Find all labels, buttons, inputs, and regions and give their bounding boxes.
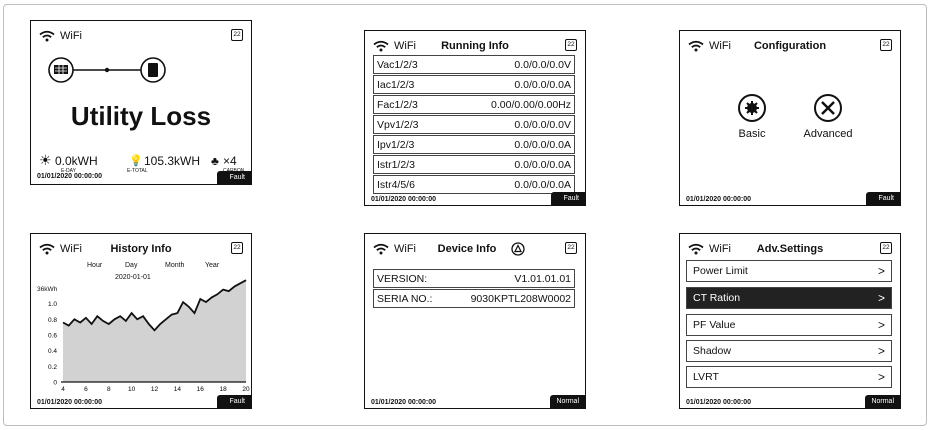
x-tick-label: 16 [197,386,205,393]
status-badge: Normal [865,395,900,408]
info-row: Fac1/2/3 0.00/0.00/0.00Hz [373,95,575,114]
datetime: 01/01/2020 00:00:00 [37,173,102,180]
x-tick-label: 12 [151,386,159,393]
wifi-label: WiFi [709,40,731,52]
y-tick-label: 0.4 [48,348,57,355]
advanced-label: Advanced [803,128,853,140]
setting-shadow[interactable]: Shadow > [686,340,892,362]
datetime: 01/01/2020 00:00:00 [371,399,436,406]
history-chart: 0 0.2 0.4 0.6 0.8 1.0 4 6 8 10 12 14 16 18 20 [48,279,250,393]
battery-indicator: 22 [880,242,892,254]
tab-hour[interactable]: Hour [87,262,102,269]
screen-configuration: WiFi Configuration 22 Basic Advanced 01/… [679,30,901,206]
x-tick-label: 4 [61,386,65,393]
warning-icon [511,242,525,256]
tab-year[interactable]: Year [205,262,219,269]
wifi-icon [373,243,389,255]
x-tick-label: 6 [84,386,88,393]
battery-indicator: 22 [231,29,243,41]
wifi-label: WiFi [394,243,416,255]
info-row: Istr1/2/3 0.0/0.0/0.0A [373,155,575,174]
screen-adv-settings: WiFi Adv.Settings 22 Power Limit > CT Rat… [679,233,901,409]
info-row: Vpv1/2/3 0.0/0.0/0.0V [373,115,575,134]
screen-running-info: WiFi Running Info 22 Vac1/2/3 0.0/0.0/0.0… [364,30,586,206]
status-bar: WiFi Running Info 22 [373,38,577,54]
setting-lvrt[interactable]: LVRT > [686,366,892,388]
chevron-right-icon: > [877,318,885,332]
datetime: 01/01/2020 00:00:00 [686,196,751,203]
info-row: Iac1/2/3 0.0/0.0/0.0A [373,75,575,94]
battery-indicator: 22 [565,242,577,254]
wifi-label: WiFi [60,243,82,255]
basic-label: Basic [738,128,766,140]
tree-icon: ♣ [211,154,219,168]
sun-icon: ☀ [39,152,52,168]
status-badge: Fault [217,395,251,408]
info-row: VERSION: V1.01.01.01 [373,269,575,288]
info-row: SERIA NO.: 9030KPTL208W0002 [373,289,575,308]
tab-day[interactable]: Day [125,262,137,269]
status-badge: Fault [551,192,585,205]
x-tick-label: 14 [174,386,182,393]
status-bar: WiFi Configuration 22 [688,38,892,54]
screen-history-info: WiFi History Info 22 Hour Day Month Year… [30,233,252,409]
eday-value: 0.0kWH [55,154,98,168]
setting-ct-ration[interactable]: CT Ration > [686,287,892,309]
wifi-icon [688,243,704,255]
y-tick-label: 0.6 [48,333,57,340]
wifi-label: WiFi [394,40,416,52]
y-tick-label: 0 [53,380,57,387]
tab-month[interactable]: Month [165,262,184,269]
y-tick-label: 0.2 [48,364,57,371]
datetime: 01/01/2020 00:00:00 [371,196,436,203]
datetime: 01/01/2020 00:00:00 [37,399,102,406]
chevron-right-icon: > [877,291,885,305]
status-badge: Fault [217,171,251,184]
battery-indicator: 22 [565,39,577,51]
tools-icon [814,94,842,122]
y-tick-label: 0.8 [48,317,57,324]
etotal-label: E-TOTAL [127,168,148,174]
x-tick-label: 20 [242,386,250,393]
screen-device-info: WiFi Device Info 22 VERSION: V1.01.01.01 … [364,233,586,409]
basic-button[interactable]: Basic [727,93,777,143]
setting-pf-value[interactable]: PF Value > [686,314,892,336]
screen-home: WiFi 22 Utility Loss ☀ 0.0kWH E-DAY 💡 10… [30,20,252,185]
status-bar: WiFi 22 [39,28,243,44]
x-tick-label: 8 [107,386,111,393]
datetime: 01/01/2020 00:00:00 [686,399,751,406]
setting-power-limit[interactable]: Power Limit > [686,260,892,282]
advanced-button[interactable]: Advanced [793,93,863,143]
chevron-right-icon: > [877,370,885,384]
energy-flow-diagram [47,56,167,84]
x-tick-label: 10 [128,386,136,393]
bulb-icon: 💡 [129,155,143,167]
wifi-icon [373,40,389,52]
chevron-right-icon: > [877,264,885,278]
battery-indicator: 22 [880,39,892,51]
status-bar: WiFi Adv.Settings 22 [688,241,892,257]
status-badge: Fault [866,192,900,205]
wifi-icon [688,40,704,52]
chevron-right-icon: > [877,344,885,358]
wifi-label: WiFi [709,243,731,255]
x-tick-label: 18 [220,386,228,393]
etotal-value: 105.3kWH [144,154,201,168]
wifi-icon [39,243,55,255]
y-tick-label: 1.0 [48,301,57,308]
info-row: Istr4/5/6 0.0/0.0/0.0A [373,175,575,194]
carbon-value: ×4 [223,154,237,168]
utility-loss-message: Utility Loss [70,101,212,131]
wifi-label: WiFi [60,30,82,42]
period-tabs: Hour Day Month Year [87,262,227,272]
status-bar: WiFi History Info 22 [39,241,243,257]
info-row: Vac1/2/3 0.0/0.0/0.0V [373,55,575,74]
status-badge: Normal [550,395,585,408]
battery-indicator: 22 [231,242,243,254]
info-row: Ipv1/2/3 0.0/0.0/0.0A [373,135,575,154]
wifi-icon [39,30,55,42]
status-bar: WiFi Device Info 22 [373,241,577,257]
gear-icon [738,94,766,122]
